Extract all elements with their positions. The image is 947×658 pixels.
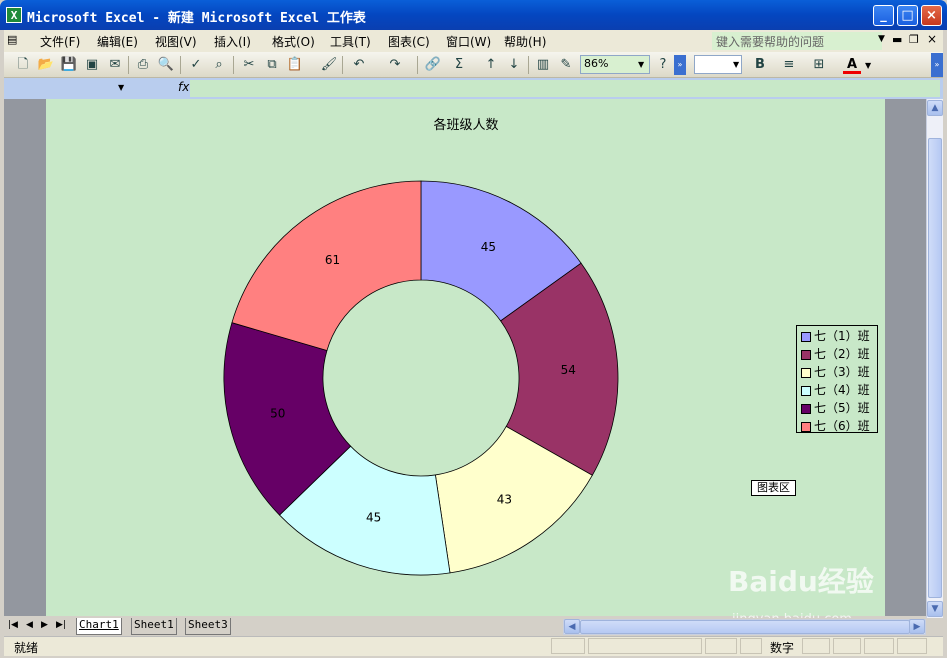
legend-swatch [801,403,811,414]
next-sheet-icon[interactable]: ▶ [41,620,48,630]
legend-swatch [801,421,811,432]
watermark-brand: Baidu经验 [728,565,874,598]
legend-entry[interactable]: 七（5）班 [801,399,870,417]
legend-label: 七（5）班 [814,401,870,415]
legend-swatch [801,385,811,396]
vertical-scroll-thumb[interactable] [928,138,942,598]
legend-swatch [801,331,811,342]
status-cell [705,638,737,654]
tab-sheet3[interactable]: Sheet3 [185,618,231,635]
legend-swatch [801,349,811,360]
last-sheet-icon[interactable]: ▶| [56,620,66,630]
data-label: 45 [481,240,496,254]
status-cell [740,638,762,654]
data-label: 43 [497,493,512,507]
status-ready: 就绪 [14,641,39,655]
scroll-left-icon[interactable]: ◀ [564,619,580,634]
status-num-lock: 数字 [770,641,795,655]
data-label: 45 [366,511,381,525]
chart-area-tooltip: 图表区 [751,480,796,496]
data-label: 61 [325,253,340,267]
tab-chart1[interactable]: Chart1 [76,618,122,635]
horizontal-scroll-thumb[interactable] [580,620,910,634]
legend-entry[interactable]: 七（2）班 [801,345,870,363]
legend-swatch [801,367,811,378]
legend-label: 七（1）班 [814,329,870,343]
first-sheet-icon[interactable]: |◀ [8,620,18,630]
legend-entry[interactable]: 七（4）班 [801,381,870,399]
status-cell [864,638,894,654]
tab-sheet1[interactable]: Sheet1 [131,618,177,635]
legend-label: 七（6）班 [814,419,870,433]
legend-label: 七（3）班 [814,365,870,379]
status-cell [897,638,927,654]
scroll-up-icon[interactable]: ▲ [927,100,943,116]
status-cell [551,638,585,654]
data-label: 54 [561,363,576,377]
data-label: 50 [270,406,285,420]
status-cell [833,638,861,654]
legend-entry[interactable]: 七（1）班 [801,327,870,345]
prev-sheet-icon[interactable]: ◀ [26,620,33,630]
legend-label: 七（4）班 [814,383,870,397]
legend-entry[interactable]: 七（6）班 [801,417,870,435]
legend-label: 七（2）班 [814,347,870,361]
status-cell [802,638,830,654]
status-cell [588,638,702,654]
scroll-right-icon[interactable]: ▶ [909,619,925,634]
chart-legend[interactable]: 七（1）班七（2）班七（3）班七（4）班七（5）班七（6）班 [796,325,878,433]
legend-entry[interactable]: 七（3）班 [801,363,870,381]
scroll-down-icon[interactable]: ▼ [927,601,943,617]
